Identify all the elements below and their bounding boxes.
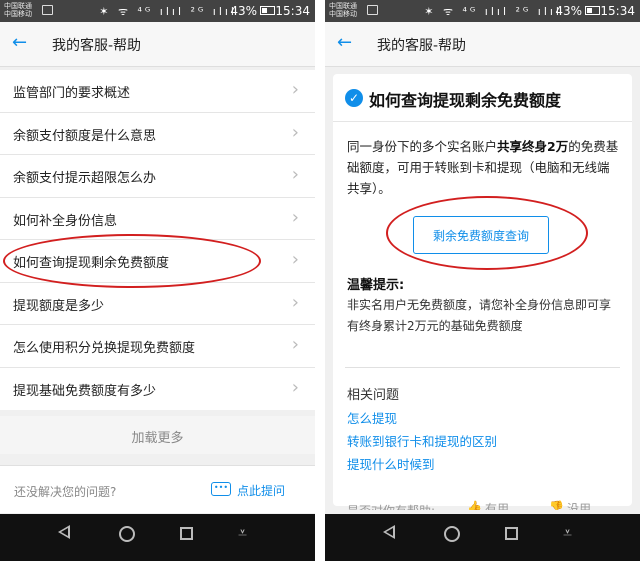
help-topic-list: 监管部门的要求概述 › 余额支付额度是什么意思 › 余额支付提示超限怎么办 › 如何补… [0,70,315,410]
home-circle-icon[interactable] [119,526,135,542]
home-circle-icon[interactable] [444,526,460,542]
feedback-row: 是否对你有帮助: 👍 有用 👎 没用 [347,494,632,510]
list-item[interactable]: 提现基础免费额度有多少 › [0,368,315,411]
system-nav-bar: ⩡ [325,514,640,561]
back-triangle-icon[interactable] [58,525,70,539]
list-item-label: 怎么使用积分兑换提现免费额度 [13,341,196,356]
related-link[interactable]: 提现什么时候到 [347,453,497,476]
back-triangle-icon[interactable] [383,525,395,539]
battery-icon [585,6,600,15]
related-link[interactable]: 怎么提现 [347,407,497,430]
carrier-info: 中国联通 中国移动 [329,2,357,18]
load-more-button[interactable]: 加载更多 [0,416,315,454]
nav-bar: ← 我的客服-帮助 [325,22,640,67]
load-more-label: 加载更多 [131,431,184,446]
tips-heading: 温馨提示: [347,278,405,293]
list-item-label: 余额支付额度是什么意思 [13,128,157,144]
help-detail-screen: 中国联通 中国移动 ✶ ᯤ ⁴ᴳ ılıl ²ᴳ ılıl 43% 15:34 … [325,0,640,561]
recent-apps-icon[interactable] [505,527,518,540]
tips-text: 非实名用户无免费额度，请您补全身份信息即可享有终身累计2万元的基础免费额度 [347,298,612,333]
ask-question-bar: 还没解决您的问题? ••• 点此提问 [0,465,315,513]
carrier-info: 中国联通 中国移动 [4,2,32,18]
chevron-right-icon: › [291,291,299,313]
feedback-question: 是否对你有帮助: [347,502,435,510]
list-item-label: 提现额度是多少 [13,298,105,314]
recent-apps-icon[interactable] [180,527,193,540]
image-notification-icon [367,5,378,15]
ask-question-link[interactable]: 点此提问 [237,482,285,499]
related-links: 怎么提现 转账到银行卡和提现的区别 提现什么时候到 [347,407,497,476]
chat-bubble-icon[interactable]: ••• [211,482,231,496]
list-item-label: 余额支付提示超限怎么办 [13,171,157,186]
image-notification-icon [42,5,53,15]
battery-percent: 43% [230,4,257,18]
list-item[interactable]: 怎么使用积分兑换提现免费额度 › [0,325,315,368]
answer-header: ✓ 如何查询提现剩余免费额度 [333,74,632,122]
related-link[interactable]: 转账到银行卡和提现的区别 [347,430,497,453]
remaining-quota-query-button[interactable]: 剩余免费额度查询 [413,216,549,254]
thumbs-up-icon[interactable]: 👍 [467,500,482,510]
ask-prompt: 还没解决您的问题? [14,485,117,499]
signal-icons: ✶ ᯤ ⁴ᴳ ılıl ²ᴳ ılıl [424,5,562,18]
answer-text-1: 同一身份下的多个实名账户 [347,139,498,154]
carrier-2: 中国移动 [4,10,32,18]
useful-label[interactable]: 有用 [485,500,509,510]
chevron-right-icon: › [291,121,299,143]
list-item[interactable]: 如何查询提现剩余免费额度 › [0,240,315,283]
page-title: 我的客服-帮助 [52,38,142,54]
chevron-right-icon: › [291,164,299,185]
answer-body: 同一身份下的多个实名账户共享终身2万的免费基础额度，可用于转账到卡和提现（电脑和… [347,136,620,199]
divider [345,367,620,368]
answer-card: ✓ 如何查询提现剩余免费额度 同一身份下的多个实名账户共享终身2万的免费基础额度… [333,74,632,510]
nav-bar: ← 我的客服-帮助 [0,22,315,67]
help-list-screen: 中国联通 中国移动 ✶ ᯤ ⁴ᴳ ılıl ²ᴳ ılıl 43% 15:34 … [0,0,315,561]
notification-pull-icon[interactable]: ⩡ [563,523,572,543]
signal-icons: ✶ ᯤ ⁴ᴳ ılıl ²ᴳ ılıl [99,5,237,18]
list-item[interactable]: 提现额度是多少 › [0,283,315,325]
notification-pull-icon[interactable]: ⩡ [238,523,247,543]
list-item-label: 如何查询提现剩余免费额度 [13,256,170,271]
clock: 15:34 [600,4,635,18]
list-item-label: 如何补全身份信息 [13,213,118,229]
status-bar: 中国联通 中国移动 ✶ ᯤ ⁴ᴳ ılıl ²ᴳ ılıl 43% 15:34 [325,0,640,22]
chevron-right-icon: › [291,79,299,100]
clock: 15:34 [275,4,310,18]
carrier-2: 中国移动 [329,10,357,18]
page-title: 我的客服-帮助 [377,38,467,54]
battery-icon [260,6,275,15]
system-nav-bar: ⩡ [0,514,315,561]
check-circle-icon: ✓ [345,89,363,107]
useless-label[interactable]: 没用 [567,500,591,510]
list-item[interactable]: 余额支付提示超限怎么办 › [0,155,315,198]
chevron-right-icon: › [291,334,299,355]
list-item[interactable]: 如何补全身份信息 › [0,198,315,240]
back-arrow-icon[interactable]: ← [337,32,352,53]
answer-title: 如何查询提现剩余免费额度 [369,91,562,110]
back-arrow-icon[interactable]: ← [12,32,27,53]
related-heading: 相关问题 [347,388,400,403]
list-item[interactable]: 余额支付额度是什么意思 › [0,113,315,155]
list-item-label: 监管部门的要求概述 [13,86,131,101]
answer-text-bold: 共享终身2万 [497,139,569,154]
chevron-right-icon: › [291,376,299,398]
list-item[interactable]: 监管部门的要求概述 › [0,70,315,113]
carrier-1: 中国联通 [329,2,357,10]
status-bar: 中国联通 中国移动 ✶ ᯤ ⁴ᴳ ılıl ²ᴳ ılıl 43% 15:34 [0,0,315,22]
thumbs-down-icon[interactable]: 👎 [549,500,564,510]
battery-percent: 43% [555,4,582,18]
chevron-right-icon: › [291,249,299,270]
carrier-1: 中国联通 [4,2,32,10]
list-item-label: 提现基础免费额度有多少 [13,383,157,399]
chevron-right-icon: › [291,206,299,228]
